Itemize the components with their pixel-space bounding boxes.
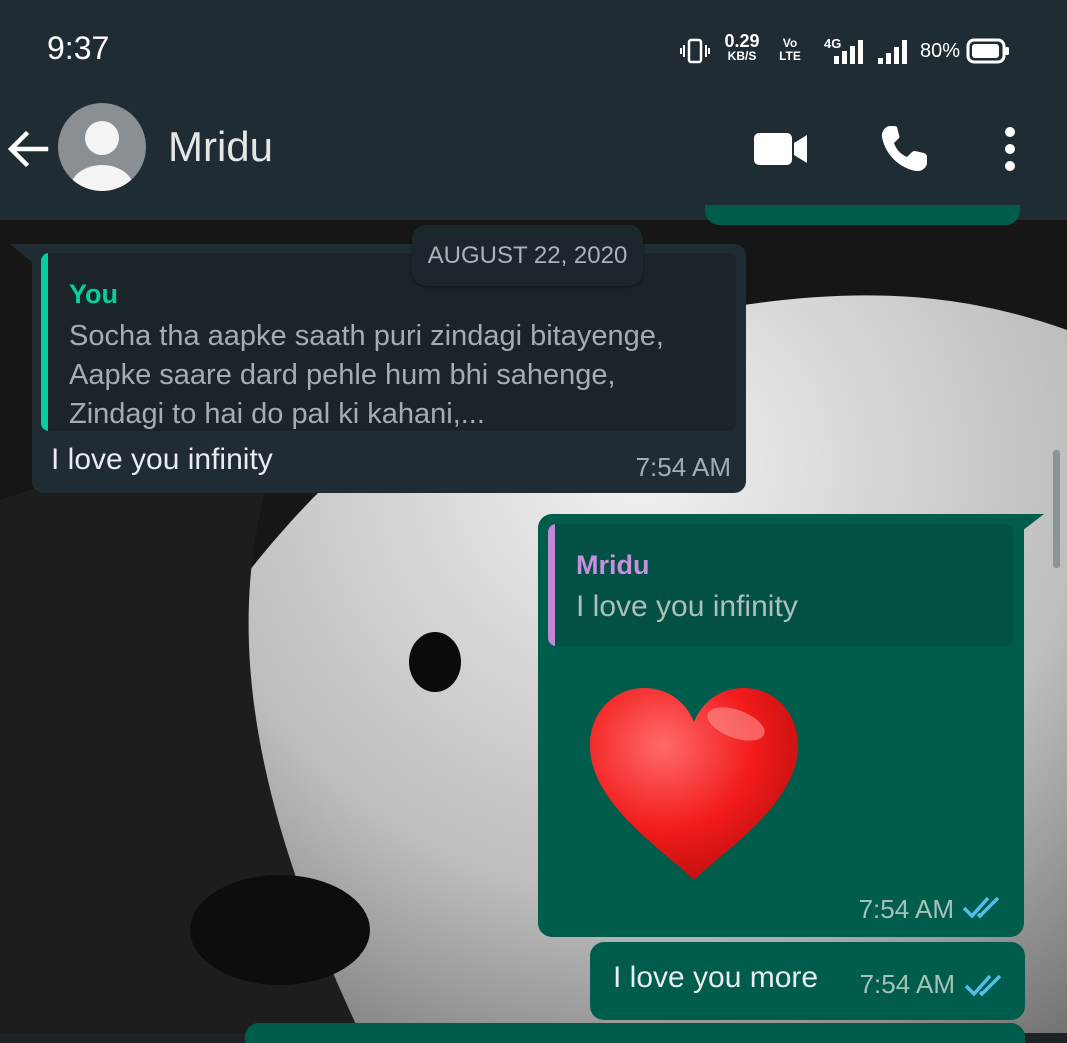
quote-accent-bar [548,524,555,646]
network-speed-value: 0.29 [724,31,760,51]
message-text: I love you infinity [51,443,273,476]
back-arrow-icon[interactable] [4,125,52,173]
chat-header: Mridu [0,77,1067,220]
outgoing-message[interactable]: I love you more 7:54 AM [590,942,1025,1020]
signal-4g-icon [834,40,863,64]
next-message-edge [245,1023,1025,1043]
double-check-icon [964,974,1002,997]
quote-author: Mridu [576,550,650,580]
quote-author: You [69,279,118,309]
quote-accent-bar [41,253,48,431]
signal-icon [878,40,907,64]
battery-percentage: 80% [920,40,961,62]
volte-bottom: LTE [779,49,801,63]
red-heart-emoji [590,688,798,880]
message-time: 7:54 AM [858,894,954,924]
message-text: I love you more [613,961,819,994]
date-separator: AUGUST 22, 2020 [412,225,643,286]
scrollbar[interactable] [1053,450,1060,568]
quote-text: Socha tha aapke saath puri zindagi bitay… [69,320,664,430]
video-call-icon[interactable] [750,125,810,173]
more-vert-icon[interactable] [996,123,1024,175]
network-speed-unit: KB/S [727,49,757,63]
contact-avatar[interactable] [58,103,146,191]
message-time: 7:54 AM [635,452,731,482]
volte-top: Vo [782,36,798,50]
outgoing-message[interactable]: Mridu I love you infinity 7:54 AM [538,514,1024,937]
network-speed: 0.29 KB/S [720,31,764,64]
status-bar: 9:37 0.29 KB/S Vo LTE 4G 80% [0,0,1067,77]
battery-icon [966,38,1009,64]
message-time: 7:54 AM [859,969,955,999]
double-check-icon [962,896,1000,919]
vibrate-icon [680,38,710,64]
quote-text: I love you infinity [576,590,798,623]
incoming-bubble-tail [10,244,34,264]
previous-message-edge [705,205,1020,225]
status-time: 9:37 [47,30,110,66]
quoted-message[interactable]: Mridu I love you infinity [548,524,1013,646]
avatar-placeholder-icon [70,121,134,191]
contact-name[interactable]: Mridu [168,123,273,171]
phone-icon[interactable] [876,121,932,177]
volte-indicator: Vo LTE [774,37,806,63]
